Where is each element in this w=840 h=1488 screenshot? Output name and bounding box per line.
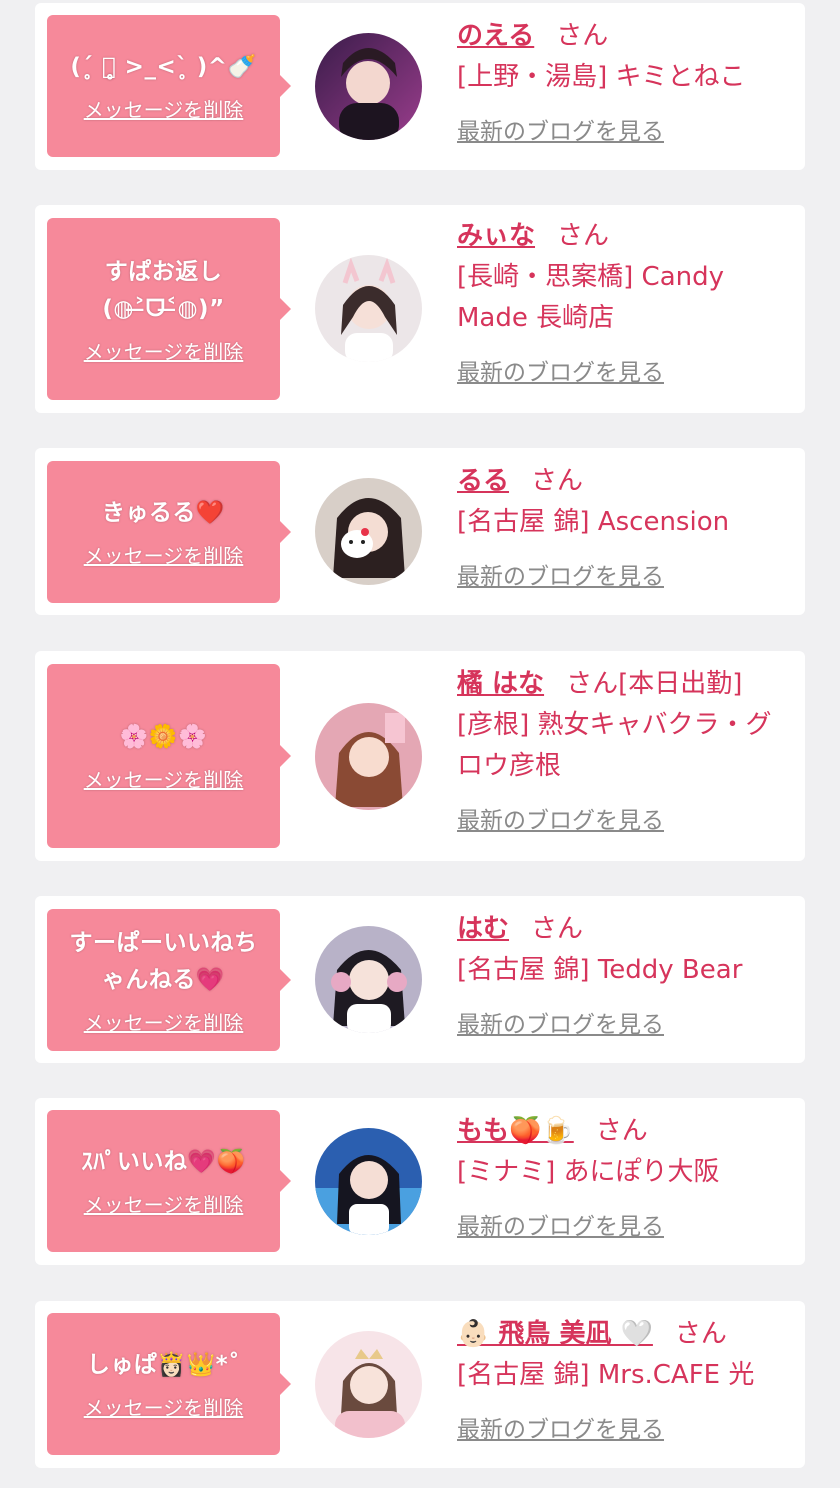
shop-location: [上野・湯島] キミとねこ: [457, 62, 746, 92]
message-card: しゅぱ👸🏻👑*˚ メッセージを削除 👶🏻 飛鳥 美凪 🤍 さん [名古屋 錦] M…: [35, 1301, 805, 1468]
user-name-link[interactable]: もも🍑🍺: [457, 1116, 574, 1146]
shop-location: [名古屋 錦] Mrs.CAFE 光: [457, 1360, 755, 1390]
user-info: 👶🏻 飛鳥 美凪 🤍 さん [名古屋 錦] Mrs.CAFE 光 最新のブログを見…: [457, 1317, 797, 1444]
message-bubble: ｽﾊﾟいいね💗🍑 メッセージを削除: [47, 1110, 291, 1252]
honorific: さん: [595, 1116, 648, 1146]
message-bubble: きゅるる❤️ メッセージを削除: [47, 461, 291, 603]
message-card: 🌸🌼🌸 メッセージを削除 橘 はな さん[本日出勤] [彦根] 熟女キャバクラ・グ…: [35, 651, 805, 861]
latest-blog-link[interactable]: 最新のブログを見る: [457, 1207, 797, 1241]
avatar[interactable]: [315, 478, 422, 585]
honorific: さん: [531, 914, 584, 944]
latest-blog-link[interactable]: 最新のブログを見る: [457, 112, 797, 146]
latest-blog-link[interactable]: 最新のブログを見る: [457, 801, 797, 835]
avatar[interactable]: [315, 33, 422, 140]
message-card: きゅるる❤️ メッセージを削除 るる さん [名古屋 錦] Ascension 最…: [35, 448, 805, 615]
user-name-link[interactable]: 👶🏻 飛鳥 美凪 🤍: [457, 1319, 653, 1349]
message-text: しゅぱ👸🏻👑*˚: [86, 1352, 241, 1378]
user-name-link[interactable]: るる: [457, 466, 509, 496]
delete-message-link[interactable]: メッセージを削除: [84, 1007, 244, 1036]
message-card: すーぱーいいねち ゃんねる💗 メッセージを削除 はむ さん [名古屋 錦] Ted…: [35, 896, 805, 1063]
avatar[interactable]: [315, 926, 422, 1033]
message-text: すーぱーいいねち ゃんねる💗: [69, 929, 258, 993]
avatar-photo-1: [315, 33, 422, 140]
user-name-link[interactable]: はむ: [457, 914, 509, 944]
honorific: さん: [556, 21, 609, 51]
avatar-photo-7: [315, 1331, 422, 1438]
message-bubble: 🌸🌼🌸 メッセージを削除: [47, 664, 291, 848]
message-bubble: しゅぱ👸🏻👑*˚ メッセージを削除: [47, 1313, 291, 1455]
avatar-photo-5: [315, 926, 422, 1033]
latest-blog-link[interactable]: 最新のブログを見る: [457, 1410, 797, 1444]
message-text: きゅるる❤️: [101, 500, 226, 526]
honorific: さん: [674, 1319, 727, 1349]
shop-location: [ミナミ] あにぽり大阪: [457, 1157, 720, 1187]
avatar-photo-4: [315, 703, 422, 810]
delete-message-link[interactable]: メッセージを削除: [84, 336, 244, 365]
user-info: はむ さん [名古屋 錦] Teddy Bear 最新のブログを見る: [457, 912, 797, 1039]
message-card: (ˊ̥ っ̥̥ >_<ˋ̥ )^🍼 メッセージを削除 のえる さん [上野・湯島]…: [35, 3, 805, 170]
user-info: もも🍑🍺 さん [ミナミ] あにぽり大阪 最新のブログを見る: [457, 1114, 797, 1241]
delete-message-link[interactable]: メッセージを削除: [84, 1392, 244, 1421]
avatar[interactable]: [315, 255, 422, 362]
message-text: 🌸🌼🌸: [119, 724, 208, 750]
honorific: さん: [531, 466, 584, 496]
delete-message-link[interactable]: メッセージを削除: [84, 1189, 244, 1218]
user-name-link[interactable]: 橘 はな: [457, 669, 544, 699]
avatar-photo-2: [315, 255, 422, 362]
shop-location: [名古屋 錦] Ascension: [457, 507, 730, 537]
delete-message-link[interactable]: メッセージを削除: [84, 764, 244, 793]
honorific: さん: [557, 221, 610, 251]
message-bubble: すーぱーいいねち ゃんねる💗 メッセージを削除: [47, 909, 291, 1051]
message-text: すぱお返し(◍˃̶ᗜ˂̶◍)”: [102, 258, 225, 322]
avatar-photo-3: [315, 478, 422, 585]
user-info: るる さん [名古屋 錦] Ascension 最新のブログを見る: [457, 464, 797, 591]
latest-blog-link[interactable]: 最新のブログを見る: [457, 1005, 797, 1039]
user-name-link[interactable]: のえる: [457, 21, 534, 51]
message-bubble: すぱお返し(◍˃̶ᗜ˂̶◍)” メッセージを削除: [47, 218, 291, 400]
message-text: (ˊ̥ っ̥̥ >_<ˋ̥ )^🍼: [70, 54, 257, 80]
user-name-link[interactable]: みぃな: [457, 221, 535, 251]
shop-location: [彦根] 熟女キャバクラ・グロウ彦根: [457, 710, 772, 781]
shop-location: [長崎・思案橋] Candy Made 長崎店: [457, 262, 725, 333]
attendance-status: [本日出勤]: [618, 669, 743, 699]
latest-blog-link[interactable]: 最新のブログを見る: [457, 353, 797, 387]
user-info: のえる さん [上野・湯島] キミとねこ 最新のブログを見る: [457, 19, 797, 146]
avatar[interactable]: [315, 1128, 422, 1235]
delete-message-link[interactable]: メッセージを削除: [84, 94, 244, 123]
avatar-photo-6: [315, 1128, 422, 1235]
latest-blog-link[interactable]: 最新のブログを見る: [457, 557, 797, 591]
delete-message-link[interactable]: メッセージを削除: [84, 540, 244, 569]
avatar[interactable]: [315, 1331, 422, 1438]
message-bubble: (ˊ̥ っ̥̥ >_<ˋ̥ )^🍼 メッセージを削除: [47, 15, 291, 157]
avatar[interactable]: [315, 703, 422, 810]
honorific: さん: [566, 669, 619, 699]
user-info: みぃな さん [長崎・思案橋] Candy Made 長崎店 最新のブログを見る: [457, 219, 797, 387]
message-text: ｽﾊﾟいいね💗🍑: [81, 1149, 246, 1175]
message-card: すぱお返し(◍˃̶ᗜ˂̶◍)” メッセージを削除 みぃな さん [長崎・思案橋] …: [35, 205, 805, 413]
shop-location: [名古屋 錦] Teddy Bear: [457, 955, 743, 985]
user-info: 橘 はな さん[本日出勤] [彦根] 熟女キャバクラ・グロウ彦根 最新のブログを見…: [457, 667, 797, 835]
message-card: ｽﾊﾟいいね💗🍑 メッセージを削除 もも🍑🍺 さん [ミナミ] あにぽり大阪 最新…: [35, 1098, 805, 1265]
